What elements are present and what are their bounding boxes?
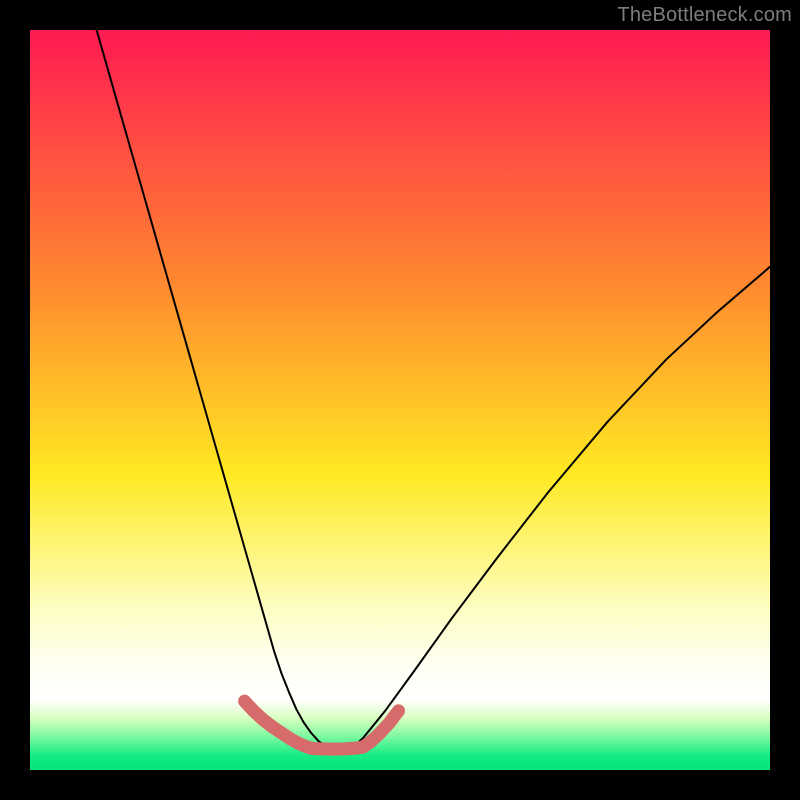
chart-frame [30,30,770,770]
bottleneck-chart [30,30,770,770]
highlight-segment-1 [313,747,363,749]
gradient-background [30,30,770,770]
watermark-text: TheBottleneck.com [617,4,792,27]
